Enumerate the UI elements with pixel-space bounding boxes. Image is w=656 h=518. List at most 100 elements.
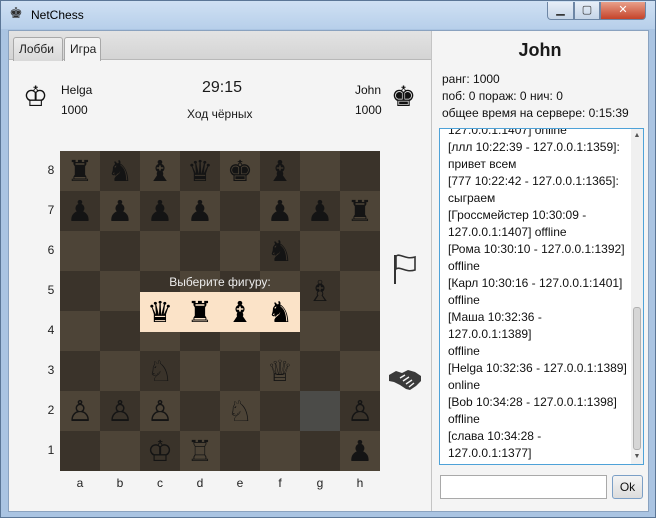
tab-lobby[interactable]: Лобби (13, 37, 63, 61)
square-d2[interactable] (180, 391, 220, 431)
square-d6[interactable] (180, 231, 220, 271)
piece-b8[interactable]: ♞ (107, 154, 133, 188)
piece-g5[interactable]: ♗ (307, 274, 333, 308)
send-button[interactable]: Ok (612, 475, 643, 499)
tab-game[interactable]: Игра (64, 37, 101, 61)
scroll-down-icon[interactable]: ▼ (631, 450, 643, 464)
piece-f7[interactable]: ♟ (267, 194, 293, 228)
square-f6[interactable]: ♞ (260, 231, 300, 271)
square-a7[interactable]: ♟ (60, 191, 100, 231)
piece-b2[interactable]: ♙ (107, 394, 133, 428)
square-f3[interactable]: ♕ (260, 351, 300, 391)
piece-f8[interactable]: ♝ (267, 154, 293, 188)
square-d3[interactable] (180, 351, 220, 391)
square-c3[interactable]: ♘ (140, 351, 180, 391)
square-c2[interactable]: ♙ (140, 391, 180, 431)
square-h7[interactable]: ♜ (340, 191, 380, 231)
piece-a2[interactable]: ♙ (67, 394, 93, 428)
square-b1[interactable] (100, 431, 140, 471)
square-h2[interactable]: ♙ (340, 391, 380, 431)
square-h1[interactable]: ♟ (340, 431, 380, 471)
chess-board[interactable]: ♜ ♞ ♝ ♛ ♚ ♝ ♟ ♟ ♟ ♟ ♟ ♟ ♜ ♞ ♗ ♘ ♕ ♙ ♙ ♙ ♘ ♙ ♔ ♖ ♟ Выберите фигур… (60, 151, 380, 471)
square-b8[interactable]: ♞ (100, 151, 140, 191)
square-h4[interactable] (340, 311, 380, 351)
piece-g7[interactable]: ♟ (307, 194, 333, 228)
piece-f3[interactable]: ♕ (267, 354, 293, 388)
square-g3[interactable] (300, 351, 340, 391)
promote-knight-button[interactable]: ♞ (260, 292, 300, 332)
scroll-up-icon[interactable]: ▲ (631, 129, 643, 143)
square-a3[interactable] (60, 351, 100, 391)
piece-c7[interactable]: ♟ (147, 194, 173, 228)
square-b4[interactable] (100, 311, 140, 351)
square-a4[interactable] (60, 311, 100, 351)
square-d7[interactable]: ♟ (180, 191, 220, 231)
square-b2[interactable]: ♙ (100, 391, 140, 431)
square-g1[interactable] (300, 431, 340, 471)
offer-draw-button[interactable] (388, 367, 422, 396)
square-a8[interactable]: ♜ (60, 151, 100, 191)
piece-d8[interactable]: ♛ (187, 154, 213, 188)
piece-a7[interactable]: ♟ (67, 194, 93, 228)
square-d1[interactable]: ♖ (180, 431, 220, 471)
piece-c8[interactable]: ♝ (147, 154, 173, 188)
piece-c1[interactable]: ♔ (147, 434, 173, 468)
square-f7[interactable]: ♟ (260, 191, 300, 231)
square-e7[interactable] (220, 191, 260, 231)
piece-h2[interactable]: ♙ (347, 394, 373, 428)
square-a2[interactable]: ♙ (60, 391, 100, 431)
square-g7[interactable]: ♟ (300, 191, 340, 231)
square-g2[interactable] (300, 391, 340, 431)
square-d8[interactable]: ♛ (180, 151, 220, 191)
square-b5[interactable] (100, 271, 140, 311)
piece-h7[interactable]: ♜ (347, 194, 373, 228)
square-a5[interactable] (60, 271, 100, 311)
square-f2[interactable] (260, 391, 300, 431)
maximize-button[interactable]: ▢ (574, 2, 600, 20)
chat-message-input[interactable] (440, 475, 607, 499)
promote-queen-button[interactable]: ♛ (140, 292, 180, 332)
resign-button[interactable] (391, 253, 417, 288)
chat-log[interactable]: 127.0.0.1:1407] online [ллл 10:22:39 - 12… (439, 128, 644, 465)
square-a6[interactable] (60, 231, 100, 271)
piece-d7[interactable]: ♟ (187, 194, 213, 228)
piece-e2[interactable]: ♘ (227, 394, 253, 428)
square-g5[interactable]: ♗ (300, 271, 340, 311)
close-button[interactable]: ✕ (600, 2, 646, 20)
promote-bishop-button[interactable]: ♝ (220, 292, 260, 332)
piece-h1[interactable]: ♟ (347, 434, 373, 468)
square-g8[interactable] (300, 151, 340, 191)
piece-c2[interactable]: ♙ (147, 394, 173, 428)
square-h5[interactable] (340, 271, 380, 311)
square-g4[interactable] (300, 311, 340, 351)
square-c6[interactable] (140, 231, 180, 271)
minimize-button[interactable]: ▁ (547, 2, 574, 20)
square-g6[interactable] (300, 231, 340, 271)
piece-b7[interactable]: ♟ (107, 194, 133, 228)
title-bar[interactable]: ♚ NetChess ▁ ▢ ✕ (1, 1, 655, 29)
piece-e8[interactable]: ♚ (227, 154, 253, 188)
piece-f6[interactable]: ♞ (267, 234, 293, 268)
square-e6[interactable] (220, 231, 260, 271)
square-c1[interactable]: ♔ (140, 431, 180, 471)
square-b6[interactable] (100, 231, 140, 271)
square-h8[interactable] (340, 151, 380, 191)
promote-rook-button[interactable]: ♜ (180, 292, 220, 332)
square-e2[interactable]: ♘ (220, 391, 260, 431)
square-a1[interactable] (60, 431, 100, 471)
square-b7[interactable]: ♟ (100, 191, 140, 231)
square-e8[interactable]: ♚ (220, 151, 260, 191)
scroll-thumb[interactable] (633, 307, 641, 450)
square-c7[interactable]: ♟ (140, 191, 180, 231)
square-e1[interactable] (220, 431, 260, 471)
square-b3[interactable] (100, 351, 140, 391)
piece-c3[interactable]: ♘ (147, 354, 173, 388)
square-h6[interactable] (340, 231, 380, 271)
square-c8[interactable]: ♝ (140, 151, 180, 191)
square-f1[interactable] (260, 431, 300, 471)
chat-scrollbar[interactable]: ▲ ▼ (631, 129, 643, 464)
square-f8[interactable]: ♝ (260, 151, 300, 191)
square-h3[interactable] (340, 351, 380, 391)
piece-a8[interactable]: ♜ (67, 154, 93, 188)
piece-d1[interactable]: ♖ (187, 434, 213, 468)
